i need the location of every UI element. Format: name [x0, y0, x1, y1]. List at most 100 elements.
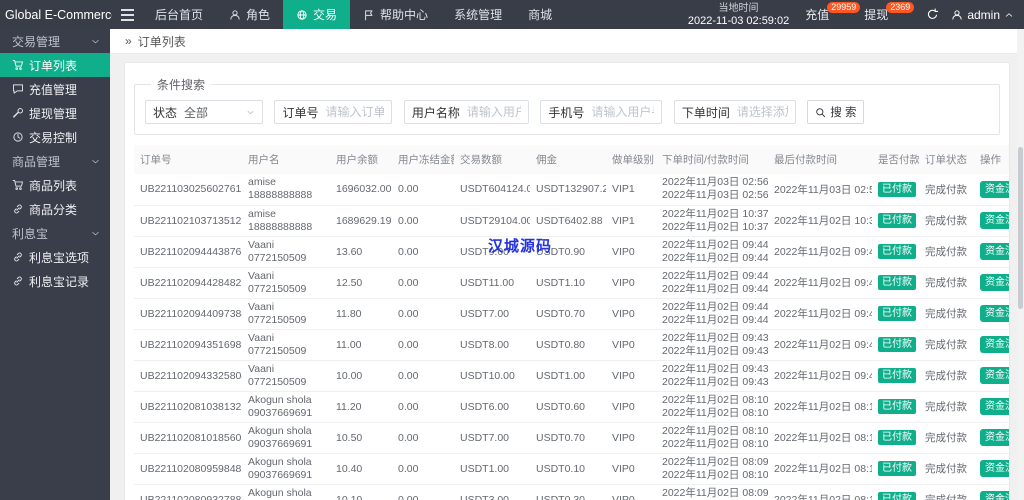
cell-balance: 13.60: [330, 236, 392, 268]
cell-paid: 已付款: [872, 267, 919, 299]
cell-user: Vaani 0772150509: [242, 360, 330, 392]
cell-status: 完成付款: [919, 422, 974, 454]
sidebar-group-product-management[interactable]: 商品管理: [0, 149, 110, 173]
cell-action: 资金流水: [974, 422, 1009, 454]
search-button[interactable]: 搜 索: [807, 100, 865, 124]
funds-flow-button[interactable]: 资金流水: [980, 336, 1009, 353]
select-caret-icon: [246, 108, 255, 117]
cell-amount: USDT29104.00: [454, 205, 530, 237]
content-card: 条件搜索 状态 全部 订单号 用户名称 手机号 下单时间: [124, 62, 1010, 500]
cell-amount: USDT10.00: [454, 360, 530, 392]
order-time-input[interactable]: [736, 105, 788, 119]
user-name-input[interactable]: [466, 105, 521, 119]
cell-commission: USDT6402.88: [530, 205, 606, 237]
funds-flow-button[interactable]: 资金流水: [980, 429, 1009, 446]
funds-flow-button[interactable]: 资金流水: [980, 305, 1009, 322]
app-logo: Global E-Commerce...: [5, 7, 112, 22]
cell-action: 资金流水: [974, 391, 1009, 423]
scrollbar-track[interactable]: [1017, 29, 1024, 500]
link-icon: [12, 275, 24, 287]
cell-status: 完成付款: [919, 360, 974, 392]
sidebar-group-interest-treasure[interactable]: 利息宝: [0, 221, 110, 245]
funds-flow-button[interactable]: 资金流水: [980, 460, 1009, 477]
cell-level: VIP0: [606, 391, 656, 423]
user-menu[interactable]: admin: [951, 8, 1024, 22]
hamburger-menu-icon[interactable]: [112, 0, 142, 29]
cell-action: 资金流水: [974, 267, 1009, 299]
cell-order-no: UB2211020944284823: [134, 267, 242, 299]
nav-item-trade[interactable]: 交易: [283, 0, 351, 29]
funds-flow-button[interactable]: 资金流水: [980, 212, 1009, 229]
scrollbar-thumb[interactable]: [1018, 147, 1023, 309]
cell-order-pay-time: 2022年11月02日 09:43:51 2022年11月02日 09:43:5…: [656, 329, 768, 361]
cell-action: 资金流水: [974, 453, 1009, 485]
sidebar-group-trade-management[interactable]: 交易管理: [0, 29, 110, 53]
cell-order-pay-time: 2022年11月02日 09:43:32 2022年11月02日 09:43:4…: [656, 360, 768, 392]
cell-paid: 已付款: [872, 236, 919, 268]
table-row: UB2211020810381326 Akogun shola 09037669…: [134, 391, 1009, 423]
funds-flow-button[interactable]: 资金流水: [980, 491, 1009, 500]
sidebar-item-interest-records[interactable]: 利息宝记录: [0, 269, 110, 293]
sidebar-item-interest-options[interactable]: 利息宝选项: [0, 245, 110, 269]
recharge-link[interactable]: 充值 29959: [805, 2, 861, 23]
cell-commission: USDT0.80: [530, 329, 606, 361]
nav-item-roles[interactable]: 角色: [216, 0, 283, 29]
refresh-icon[interactable]: [926, 8, 939, 21]
nav-item-system[interactable]: 系统管理: [441, 0, 515, 29]
paid-badge: 已付款: [878, 337, 916, 352]
cell-paid: 已付款: [872, 329, 919, 361]
cell-action: 资金流水: [974, 205, 1009, 237]
sidebar-item-order-list[interactable]: 订单列表: [0, 53, 110, 77]
order-no-input[interactable]: [325, 105, 385, 119]
cell-balance: 1689629.19: [330, 205, 392, 237]
cell-order-no: UB2211020809598483: [134, 453, 242, 485]
phone-input[interactable]: [591, 105, 655, 119]
sidebar-item-product-category[interactable]: 商品分类: [0, 197, 110, 221]
user-icon: [951, 9, 963, 21]
cell-paid: 已付款: [872, 391, 919, 423]
main-content: » 订单列表 条件搜索 状态 全部 订单号 用户名称 手机号: [110, 29, 1024, 500]
cell-user: Akogun shola 09037669691: [242, 484, 330, 500]
funds-flow-button[interactable]: 资金流水: [980, 367, 1009, 384]
sidebar: 交易管理 订单列表 充值管理 提现管理 交易控制 商品管理 商品列表 商品分类 …: [0, 29, 110, 500]
cell-action: 资金流水: [974, 484, 1009, 500]
nav-item-help-center[interactable]: 帮助中心: [350, 0, 441, 29]
cell-status: 完成付款: [919, 329, 974, 361]
chevron-up-icon: [1004, 10, 1014, 20]
order-time-field: 下单时间: [673, 100, 796, 124]
cell-paid: 已付款: [872, 453, 919, 485]
cell-balance: 11.80: [330, 298, 392, 330]
withdraw-link[interactable]: 提现 2369: [864, 2, 915, 23]
funds-flow-button[interactable]: 资金流水: [980, 398, 1009, 415]
cell-status: 完成付款: [919, 453, 974, 485]
cell-commission: USDT132907.28: [530, 174, 606, 206]
cell-amount: USDT11.00: [454, 267, 530, 299]
cell-last-pay-time: 2022年11月02日 08:10:02: [768, 484, 872, 500]
cell-level: VIP0: [606, 360, 656, 392]
nav-item-dashboard[interactable]: 后台首页: [142, 0, 216, 29]
table-row: UB2211020943325804 Vaani 0772150509 10.0…: [134, 360, 1009, 392]
comment-icon: [12, 83, 24, 95]
cell-commission: USDT0.70: [530, 422, 606, 454]
sidebar-item-recharge-management[interactable]: 充值管理: [0, 77, 110, 101]
funds-flow-button[interactable]: 资金流水: [980, 243, 1009, 260]
globe-icon: [296, 9, 308, 21]
cell-status: 完成付款: [919, 174, 974, 206]
sidebar-item-product-list[interactable]: 商品列表: [0, 173, 110, 197]
link-icon: [12, 203, 24, 215]
funds-flow-button[interactable]: 资金流水: [980, 274, 1009, 291]
paid-badge: 已付款: [878, 181, 916, 197]
cell-order-no: UB2211020810185603: [134, 422, 242, 454]
funds-flow-button[interactable]: 资金流水: [980, 180, 1009, 198]
cell-action: 资金流水: [974, 360, 1009, 392]
cell-paid: 已付款: [872, 422, 919, 454]
nav-item-mall[interactable]: 商城: [515, 0, 565, 29]
cell-frozen: 0.00: [392, 422, 454, 454]
status-select[interactable]: 状态 全部: [145, 100, 263, 124]
top-nav: 后台首页 角色 交易 帮助中心 系统管理 商城: [142, 0, 565, 29]
cell-level: VIP0: [606, 453, 656, 485]
sidebar-item-withdraw-management[interactable]: 提现管理: [0, 101, 110, 125]
chevron-down-icon: [91, 157, 100, 166]
cell-level: VIP0: [606, 422, 656, 454]
sidebar-item-trade-control[interactable]: 交易控制: [0, 125, 110, 149]
